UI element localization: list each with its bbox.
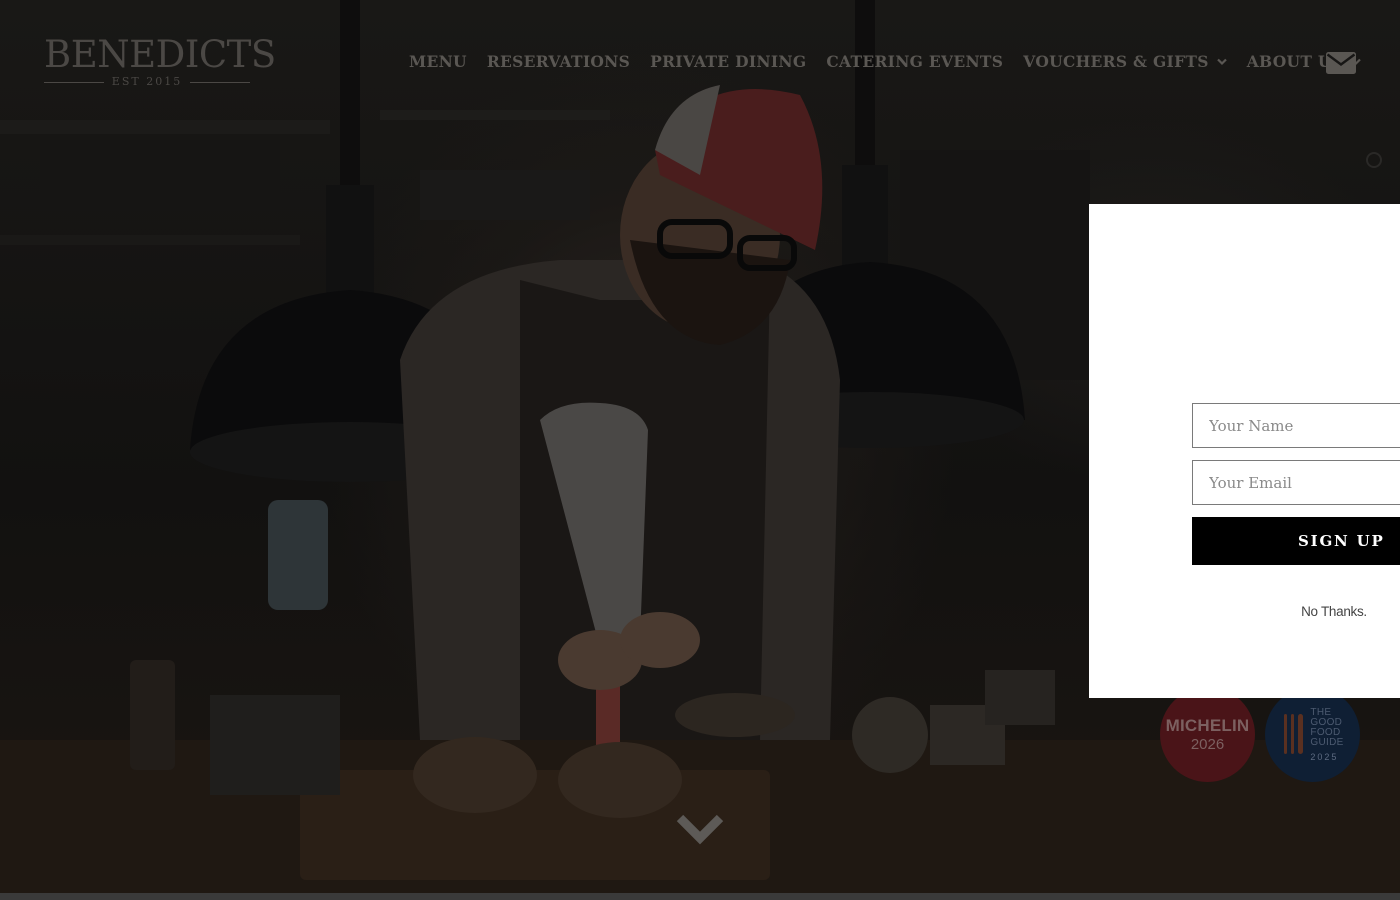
main-navigation: MENU RESERVATIONS PRIVATE DINING CATERIN… <box>409 52 1381 72</box>
good-food-guide-text: THE GOOD FOOD GUIDE 2025 <box>1310 706 1344 762</box>
chevron-down-icon <box>1216 58 1227 66</box>
cutlery-icon <box>1284 713 1304 754</box>
logo-tagline: EST 2015 <box>111 75 183 88</box>
site-logo[interactable]: BENEDICTS EST 2015 <box>44 33 276 88</box>
gfg-line-1: THE <box>1310 706 1332 718</box>
good-food-guide-badge: THE GOOD FOOD GUIDE 2025 <box>1265 687 1360 782</box>
no-thanks-link[interactable]: No Thanks. <box>1289 604 1379 619</box>
page-bottom-strip <box>0 893 1400 900</box>
gfg-line-4: GUIDE <box>1310 736 1344 748</box>
newsletter-popup: SIGN UP No Thanks. <box>1089 204 1400 698</box>
name-input[interactable] <box>1192 403 1400 448</box>
gfg-line-3: FOOD <box>1310 726 1341 738</box>
nav-item-private-dining-label: PRIVATE DINING <box>650 52 807 71</box>
nav-item-reservations[interactable]: RESERVATIONS <box>487 52 630 72</box>
envelope-icon[interactable] <box>1326 52 1356 74</box>
nav-item-menu[interactable]: MENU <box>409 52 467 72</box>
michelin-badge-year: 2026 <box>1190 735 1225 753</box>
gfg-line-2: GOOD <box>1310 716 1343 728</box>
sign-up-button[interactable]: SIGN UP <box>1192 517 1400 565</box>
side-indicator-dot <box>1366 152 1382 168</box>
logo-rule-left <box>44 81 104 83</box>
nav-item-private-dining[interactable]: PRIVATE DINING <box>650 52 806 72</box>
nav-item-vouchers-gifts[interactable]: VOUCHERS & GIFTS <box>1023 52 1227 72</box>
scroll-down-chevron-icon[interactable] <box>676 812 724 848</box>
michelin-badge: MICHELIN 2026 <box>1160 687 1255 782</box>
nav-item-reservations-label: RESERVATIONS <box>486 52 631 71</box>
logo-wordmark: BENEDICTS <box>44 33 276 76</box>
nav-item-catering-events-label: CATERING EVENTS <box>826 52 1004 71</box>
nav-item-catering-events[interactable]: CATERING EVENTS <box>826 52 1003 72</box>
michelin-badge-name: MICHELIN <box>1165 715 1250 735</box>
logo-rule-right <box>190 81 250 83</box>
logo-tagline-row: EST 2015 <box>44 76 250 88</box>
gfg-year: 2025 <box>1310 751 1339 762</box>
nav-item-menu-label: MENU <box>409 52 467 71</box>
email-input[interactable] <box>1192 460 1400 505</box>
nav-item-vouchers-gifts-label: VOUCHERS & GIFTS <box>1023 52 1209 71</box>
